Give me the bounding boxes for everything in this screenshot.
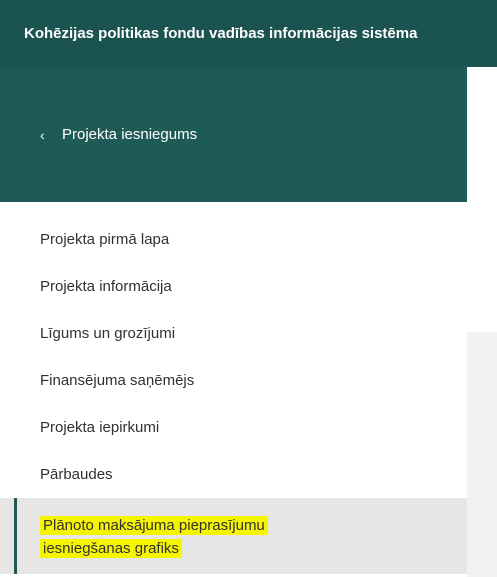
sidebar-item-label-line2: iesniegšanas grafiks: [40, 539, 182, 558]
sidebar-item-funding-recipient[interactable]: Finansējuma saņēmējs: [0, 357, 467, 404]
chevron-left-icon: ‹: [40, 126, 45, 143]
sidebar-item-project-information[interactable]: Projekta informācija: [0, 263, 467, 310]
sidebar-item-label: Projekta pirmā lapa: [40, 231, 170, 248]
sidebar-item-label: Pārbaudes: [40, 466, 113, 483]
sidebar-item-label: Finansējuma saņēmējs: [40, 372, 195, 389]
sidebar-nav: Projekta pirmā lapa Projekta informācija…: [0, 202, 467, 574]
content-background: [467, 332, 497, 577]
sidebar-item-project-procurements[interactable]: Projekta iepirkumi: [0, 404, 467, 451]
sidebar-item-label-line1: Plānoto maksājuma pieprasījumu: [40, 516, 268, 535]
sidebar-item-payment-request-schedule[interactable]: Plānoto maksājuma pieprasījumu iesniegša…: [0, 498, 467, 574]
sidebar-item-checks[interactable]: Pārbaudes: [0, 451, 467, 498]
sidebar-item-project-first-page[interactable]: Projekta pirmā lapa: [0, 216, 467, 263]
app-window: Kohēzijas politikas fondu vadības inform…: [0, 0, 497, 577]
back-label: Projekta iesniegums: [62, 126, 198, 143]
top-bar: Kohēzijas politikas fondu vadības inform…: [0, 0, 497, 67]
app-title: Kohēzijas politikas fondu vadības inform…: [24, 25, 418, 42]
content-area: [467, 67, 497, 332]
back-to-project-button[interactable]: ‹ Projekta iesniegums: [0, 67, 467, 202]
sidebar-item-label: Projekta informācija: [40, 278, 172, 295]
sidebar-item-label: Projekta iepirkumi: [40, 419, 160, 436]
sidebar-item-contract-and-amendments[interactable]: Līgums un grozījumi: [0, 310, 467, 357]
sidebar-item-label: Līgums un grozījumi: [40, 325, 176, 342]
sidebar: ‹ Projekta iesniegums Projekta pirmā lap…: [0, 67, 467, 577]
